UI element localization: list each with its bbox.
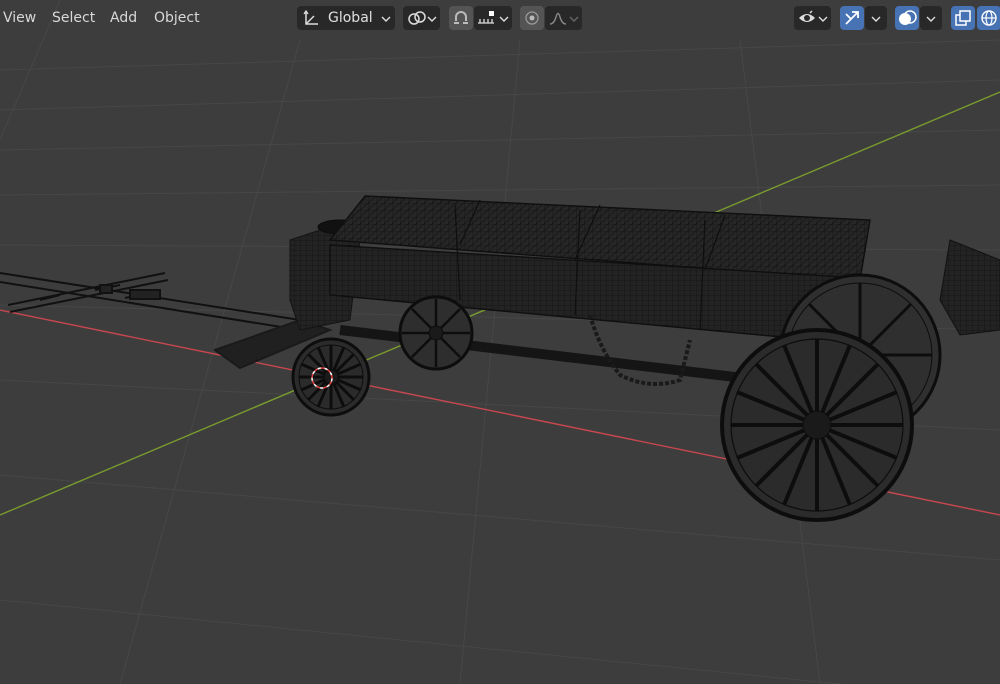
selectability-visibility-dropdown[interactable] <box>794 6 831 30</box>
xray-toggle[interactable] <box>951 6 975 30</box>
chevron-down-icon <box>818 16 828 22</box>
transform-orientation-value: Global <box>328 10 373 26</box>
proportional-edit-icon <box>525 11 539 25</box>
chevron-down-icon <box>569 16 579 22</box>
gizmo-toggle[interactable] <box>840 6 864 30</box>
falloff-curve-icon <box>549 12 567 25</box>
eye-visibility-icon <box>799 10 815 22</box>
3d-viewport[interactable]: View Select Add Object Global <box>0 0 1000 684</box>
rear-left-wheel <box>720 328 914 522</box>
overlay-dropdown[interactable] <box>920 6 942 30</box>
viewport-scene[interactable] <box>0 0 1000 684</box>
xray-toggle-icon <box>955 10 971 26</box>
falloff-dropdown[interactable] <box>545 6 582 30</box>
menu-view[interactable]: View <box>3 9 36 27</box>
viewport-header: View Select Add Object Global <box>0 0 1000 36</box>
front-right-wheel <box>398 295 474 371</box>
menu-add[interactable]: Add <box>110 9 137 27</box>
snap-target-dropdown[interactable] <box>474 6 512 30</box>
wagon-model[interactable] <box>0 195 1000 522</box>
gizmo-icon <box>845 11 859 25</box>
snap-increment-icon <box>478 11 494 24</box>
overlay-toggle[interactable] <box>895 6 919 30</box>
rear-brake <box>939 239 1000 336</box>
menu-object[interactable]: Object <box>154 9 200 27</box>
menu-select[interactable]: Select <box>52 9 95 27</box>
overlay-icon <box>899 10 917 25</box>
snap-toggle[interactable] <box>449 6 473 30</box>
wireframe-shading-button[interactable] <box>977 6 1000 30</box>
chevron-down-icon <box>926 16 936 22</box>
chevron-down-icon <box>499 16 509 22</box>
gizmo-dropdown[interactable] <box>865 6 887 30</box>
wireframe-shading-icon <box>981 10 997 26</box>
proportional-edit-toggle[interactable] <box>520 6 544 30</box>
front-left-wheel <box>291 337 371 417</box>
transform-orientation-dropdown[interactable]: Global <box>297 6 395 30</box>
pivot-point-icon <box>408 11 426 25</box>
chevron-down-icon <box>871 16 881 22</box>
chevron-down-icon <box>427 16 437 22</box>
snap-magnet-icon <box>454 11 468 24</box>
pivot-point-dropdown[interactable] <box>403 6 440 30</box>
transform-orientation-icon <box>303 9 318 25</box>
chevron-down-icon <box>381 16 391 22</box>
